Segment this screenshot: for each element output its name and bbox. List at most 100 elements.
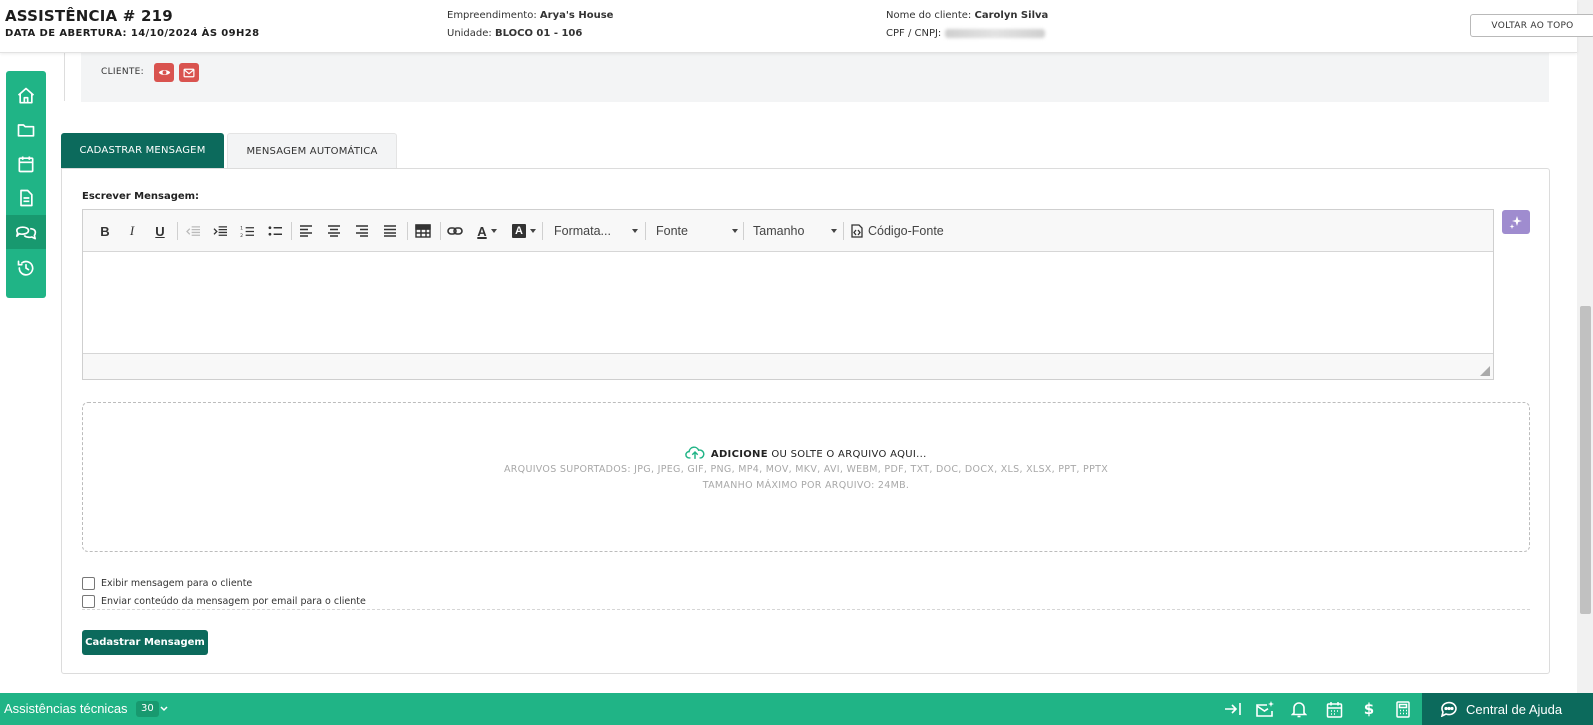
bold-button[interactable]: B [97,221,113,241]
unit-label: Unidade: [447,28,492,39]
send-email-option[interactable]: Enviar conteúdo da mensagem por email pa… [82,594,366,608]
email-client-button[interactable] [179,63,199,82]
submit-message-button[interactable]: Cadastrar Mensagem [82,630,208,655]
underline-button[interactable]: U [152,221,168,241]
mail-star-icon [1256,701,1274,717]
send-email-label: Enviar conteúdo da mensagem por email pa… [101,595,366,607]
help-center-button[interactable]: Central de Ajuda [1422,693,1593,725]
size-dropdown-label: Tamanho [753,224,805,238]
link-button[interactable] [445,221,465,241]
back-to-top-button[interactable]: VOLTAR AO TOPO [1470,14,1593,37]
calendar-icon [1326,701,1342,718]
calendar-button[interactable] [1324,699,1344,719]
client-label: CLIENTE: [101,67,144,77]
supported-files-text: ARQUIVOS SUPORTADOS: JPG, JPEG, GIF, PNG… [503,464,1109,475]
chevron-down-icon [732,229,738,233]
page-title: ASSISTÊNCIA # 219 [5,7,173,25]
align-center-button[interactable] [324,221,344,241]
divider [82,609,1530,610]
cpf-value-redacted [944,28,1045,38]
chevron-down-icon[interactable] [160,706,168,712]
font-dropdown[interactable]: Fonte [656,221,738,241]
development-label: Empreendimento: [447,10,537,21]
bottom-bar-title[interactable]: Assistências técnicas [4,701,128,716]
source-code-label: Código-Fonte [868,224,944,238]
bell-icon [1291,701,1307,717]
financial-button[interactable]: $ [1359,699,1379,719]
align-right-icon [356,225,368,237]
home-icon [17,87,35,104]
file-dropzone[interactable]: ADICIONE OU SOLTE O ARQUIVO AQUI... ARQU… [82,402,1530,552]
cloud-upload-icon [685,446,705,459]
toolbar-separator [407,222,408,240]
chevron-down-icon [831,229,837,233]
rich-text-editor: B I U 12 A A Formata... Fonte Tamanho Có… [82,209,1494,380]
tab-register-message[interactable]: CADASTRAR MENSAGEM [61,133,224,168]
format-dropdown-label: Formata... [554,224,611,238]
chevron-down-icon [490,229,497,233]
sidebar-item-calendar[interactable] [6,147,46,181]
numbered-list-button[interactable]: 12 [237,221,257,241]
ai-assistant-button[interactable] [1502,210,1530,234]
align-right-button[interactable] [352,221,372,241]
justify-button[interactable] [380,221,400,241]
indent-button[interactable] [210,221,230,241]
toolbar-separator [177,222,178,240]
show-to-client-checkbox[interactable] [82,576,95,590]
calculator-button[interactable] [1393,699,1413,719]
envelope-icon [183,68,195,77]
source-code-button[interactable]: Código-Fonte [851,221,961,241]
arrow-to-right-icon [1225,703,1241,715]
help-chat-icon [1440,701,1457,717]
unit-info: Unidade: BLOCO 01 - 106 [447,28,582,39]
bottom-bar: Assistências técnicas 30 $ Central de Aj… [0,693,1593,725]
count-value: 30 [141,703,154,714]
dropzone-add-text: ADICIONE [710,449,768,460]
show-to-client-option[interactable]: Exibir mensagem para o cliente [82,576,252,590]
view-client-button[interactable] [154,63,174,82]
history-icon [17,260,34,276]
svg-text:2: 2 [240,233,243,238]
outdent-icon [185,225,200,236]
sidebar-item-folder[interactable] [6,113,46,147]
format-dropdown[interactable]: Formata... [554,221,638,241]
sidebar-item-messages[interactable] [6,215,46,249]
client-name-info: Nome do cliente: Carolyn Silva [886,10,1048,21]
text-color-button[interactable]: A [473,221,501,241]
send-email-checkbox[interactable] [82,594,95,608]
folder-icon [17,124,35,137]
toolbar-separator [542,222,543,240]
sidebar-item-document[interactable] [6,181,46,215]
calendar-icon [18,156,34,173]
help-center-label: Central de Ajuda [1466,701,1563,717]
document-icon [20,189,33,207]
write-message-label: Escrever Mensagem: [82,191,200,202]
collapse-button[interactable] [1223,699,1243,719]
scrollbar-thumb[interactable] [1580,306,1591,614]
sidebar-item-history[interactable] [6,251,46,285]
numbered-list-icon: 12 [240,225,254,238]
size-dropdown[interactable]: Tamanho [753,221,837,241]
editor-content-area[interactable] [83,252,1493,353]
align-left-button[interactable] [296,221,316,241]
outdent-button[interactable] [183,221,203,241]
mail-notifications-button[interactable] [1255,699,1275,719]
divider [64,53,65,101]
opening-date: DATA DE ABERTURA: 14/10/2024 ÀS 09H28 [5,28,260,39]
count-badge[interactable]: 30 [136,701,159,717]
bullet-list-button[interactable] [265,221,285,241]
toolbar-separator [843,222,844,240]
client-name-value: Carolyn Silva [974,10,1049,21]
svg-text:1: 1 [240,225,243,231]
sidebar-item-home[interactable] [6,79,46,113]
resize-handle-icon[interactable] [1480,366,1490,376]
page-scrollbar[interactable] [1577,0,1593,693]
notifications-button[interactable] [1289,699,1309,719]
toolbar-separator [645,222,646,240]
background-color-button[interactable]: A [509,221,539,241]
tab-automatic-message[interactable]: MENSAGEM AUTOMÁTICA [227,133,397,168]
table-button[interactable] [412,221,434,241]
italic-button[interactable]: I [124,221,140,241]
dropzone-instruction: ADICIONE OU SOLTE O ARQUIVO AQUI... [83,445,1529,460]
development-value: Arya's House [539,10,614,21]
